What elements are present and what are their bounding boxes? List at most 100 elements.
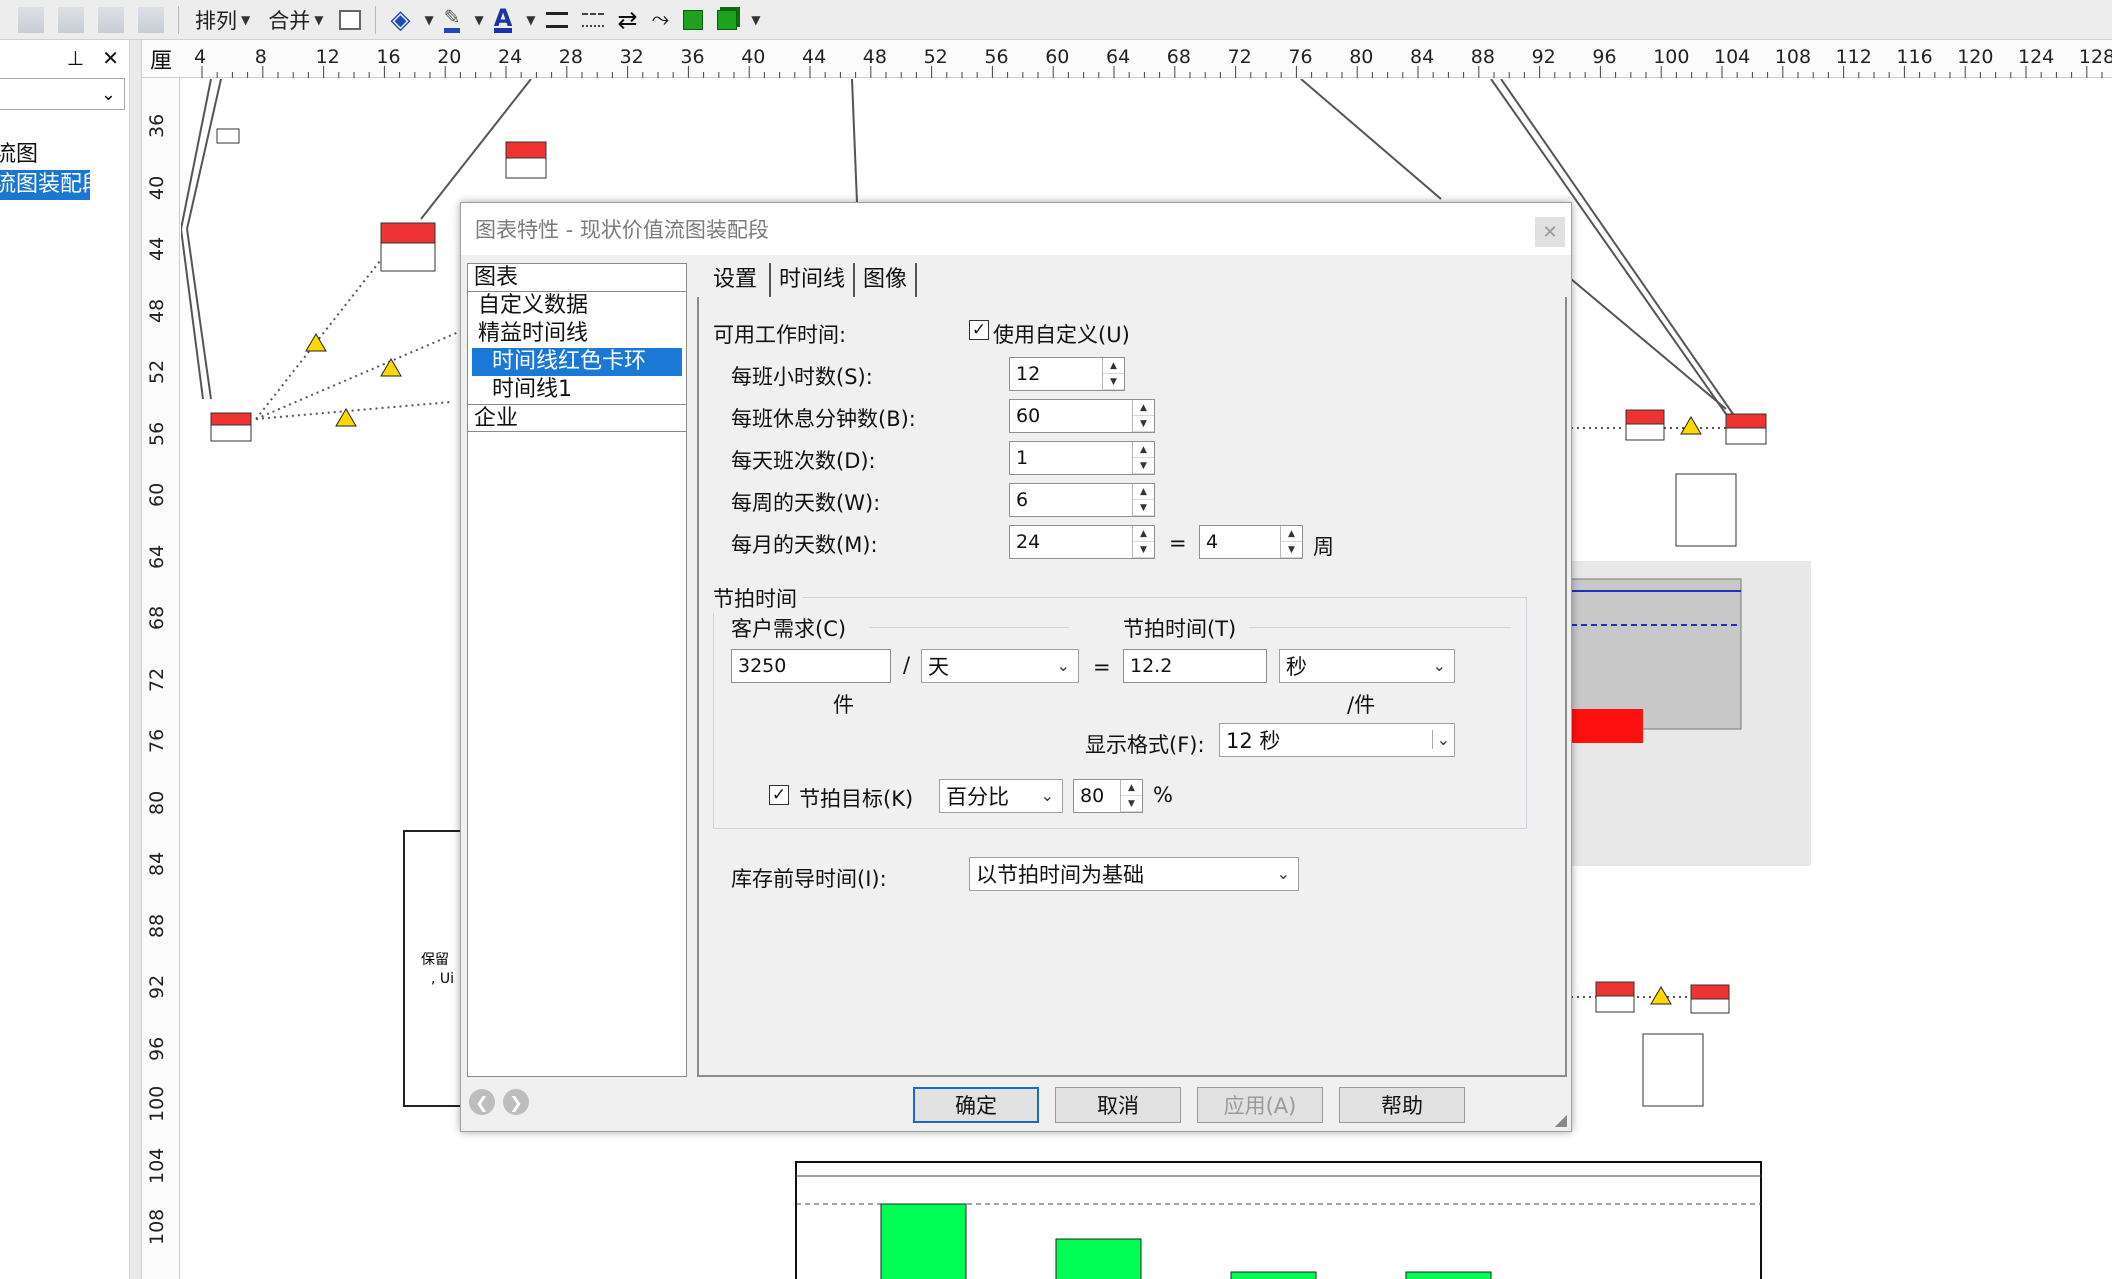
ruler-tick-label: 36 xyxy=(146,113,168,138)
fill-color-icon[interactable]: ◈ xyxy=(390,7,410,33)
shapes-panel: ⊥ ✕ ⌄ 流图 流图装配段 xyxy=(0,40,130,1279)
takt-time-input[interactable]: 12.2 xyxy=(1123,649,1267,683)
demand-unit-select[interactable]: 天 ⌄ xyxy=(921,649,1079,683)
page-tree: 流图 流图装配段 xyxy=(0,140,129,200)
page-tree-item-selected[interactable]: 流图装配段 xyxy=(0,170,90,200)
resize-grip-icon[interactable]: ◢ xyxy=(1555,1110,1567,1129)
canvas-box-text: 保留 xyxy=(421,952,449,968)
percent-sign: % xyxy=(1153,783,1173,807)
takt-target-type-select[interactable]: 百分比 ⌄ xyxy=(939,779,1063,813)
arrange-menu-button[interactable]: 排列 ▼ xyxy=(189,4,256,36)
spinner-arrows[interactable]: ▲ ▼ xyxy=(1280,526,1302,558)
hours-per-shift-label: 每班小时数(S): xyxy=(731,365,873,389)
tree-item-custom-data[interactable]: 自定义数据 xyxy=(468,292,686,320)
tree-item-timeline1[interactable]: 时间线1 xyxy=(468,376,686,404)
cancel-button[interactable]: 取消 xyxy=(1055,1087,1181,1123)
ruler-tick-label: 100 xyxy=(146,1085,168,1122)
shifts-per-day-spinner[interactable]: 1 ▲ ▼ xyxy=(1009,441,1155,475)
spinner-arrows[interactable]: ▲ ▼ xyxy=(1120,780,1142,812)
group-divider xyxy=(869,627,1069,628)
toolbar-separator xyxy=(375,5,377,34)
chevron-down-icon: ⌄ xyxy=(1056,656,1070,675)
vertical-ruler: 36 40 44 48 52 56 60 64 68 72 76 80 84 88 92 96 100 104 10… xyxy=(142,78,180,1279)
back-icon[interactable]: ❮ xyxy=(469,1089,495,1115)
spinner-arrows[interactable]: ▲ ▼ xyxy=(1132,442,1154,474)
spinner-arrows[interactable]: ▲ ▼ xyxy=(1132,400,1154,432)
line-ends-icon[interactable]: ⇄ xyxy=(618,7,638,33)
ruler-tick-label: 92 xyxy=(146,974,168,999)
spinner-arrows[interactable]: ▲ ▼ xyxy=(1102,358,1124,390)
days-per-month-spinner[interactable]: 24 ▲ ▼ xyxy=(1009,525,1155,559)
forward-icon[interactable]: ❯ xyxy=(503,1089,529,1115)
ruler-tick-label: 68 xyxy=(146,605,168,630)
apply-button[interactable]: 应用(A) xyxy=(1197,1087,1323,1123)
use-custom-label: 使用自定义(U) xyxy=(993,323,1130,347)
inventory-lead-label: 库存前导时间(I): xyxy=(731,867,887,891)
days-per-week-label: 每周的天数(W): xyxy=(731,491,881,515)
pin-icon[interactable]: ⊥ xyxy=(67,46,84,70)
chevron-down-icon[interactable]: ▼ xyxy=(474,13,483,27)
ok-button[interactable]: 确定 xyxy=(913,1087,1039,1123)
inventory-lead-select[interactable]: 以节拍时间为基础 ⌄ xyxy=(969,857,1299,891)
panel-dropdown[interactable]: ⌄ xyxy=(0,78,125,110)
settings-tabs: 设置 时间线 图像 xyxy=(697,263,918,299)
line-weight-icon[interactable] xyxy=(545,11,568,28)
takt-group-label: 节拍时间 xyxy=(713,583,803,613)
align-center-icon[interactable] xyxy=(58,6,84,33)
page-tree-item[interactable]: 流图 xyxy=(0,140,129,170)
ruler-tick-label: 48 xyxy=(146,298,168,323)
ruler-tick-label: 84 xyxy=(146,851,168,876)
takt-target-spinner[interactable]: 80 ▲ ▼ xyxy=(1073,779,1143,813)
tree-item-timeline-red[interactable]: 时间线红色卡环 xyxy=(472,348,682,376)
arrow-left-icon[interactable] xyxy=(138,6,164,33)
customer-demand-input[interactable]: 3250 xyxy=(731,649,891,683)
tree-item-lean-timeline[interactable]: 精益时间线 xyxy=(468,320,686,348)
layers-icon[interactable] xyxy=(339,9,362,30)
use-custom-checkbox[interactable]: ✓ xyxy=(969,320,989,340)
display-format-select[interactable]: 12 秒 ⌄ xyxy=(1219,723,1455,757)
takt-time-label: 节拍时间(T) xyxy=(1123,617,1237,641)
font-color-icon[interactable]: A xyxy=(493,6,513,33)
merge-menu-button[interactable]: 合并 ▼ xyxy=(262,4,329,36)
tab-timeline[interactable]: 时间线 xyxy=(771,263,856,299)
demand-unit-caption: 件 xyxy=(833,693,854,717)
tree-category-enterprise[interactable]: 企业 xyxy=(468,404,686,432)
shadow-icon[interactable] xyxy=(683,9,704,30)
takt-target-checkbox[interactable]: ✓ xyxy=(769,785,789,805)
align-right-icon[interactable] xyxy=(98,6,124,33)
close-icon[interactable]: ✕ xyxy=(102,46,119,70)
customer-demand-value: 3250 xyxy=(738,655,787,677)
tab-settings[interactable]: 设置 xyxy=(697,263,772,299)
chevron-down-icon[interactable]: ▼ xyxy=(526,13,535,27)
close-icon[interactable]: ✕ xyxy=(1535,217,1565,247)
spinner-arrows[interactable]: ▲ ▼ xyxy=(1132,526,1154,558)
horizontal-ruler: 厘 4 8 12 16 20 24 28 32 36 40 44 48 52 56 60 64 68 72 76 80… xyxy=(142,40,2112,78)
ruler-tick-label: 72 xyxy=(146,667,168,692)
splitter[interactable] xyxy=(130,40,142,1279)
3d-shape-icon[interactable] xyxy=(717,9,738,30)
days-per-week-spinner[interactable]: 6 ▲ ▼ xyxy=(1009,483,1155,517)
line-pattern-icon[interactable] xyxy=(581,12,604,27)
chevron-down-icon: ⌄ xyxy=(1276,864,1290,883)
takt-unit-select[interactable]: 秒 ⌄ xyxy=(1279,649,1455,683)
break-minutes-spinner[interactable]: 60 ▲ ▼ xyxy=(1009,399,1155,433)
hours-per-shift-spinner[interactable]: 12 ▲ ▼ xyxy=(1009,357,1125,391)
weeks-spinner[interactable]: 4 ▲ ▼ xyxy=(1199,525,1303,559)
chevron-down-icon: ⌄ xyxy=(1431,730,1450,749)
ruler-tick-label: 96 xyxy=(146,1036,168,1061)
align-left-icon[interactable] xyxy=(18,6,44,33)
help-button[interactable]: 帮助 xyxy=(1339,1087,1465,1123)
chevron-down-icon[interactable]: ▼ xyxy=(424,13,433,27)
panel-header: ⊥ ✕ xyxy=(0,40,129,76)
weeks-value: 4 xyxy=(1206,531,1219,553)
line-color-icon[interactable]: ✎ xyxy=(443,7,461,33)
spinner-arrows[interactable]: ▲ ▼ xyxy=(1132,484,1154,516)
connector-icon[interactable]: ⤳ xyxy=(652,7,670,33)
dialog-title: 图表特性 - 现状价值流图装配段 xyxy=(461,203,1571,255)
tab-image[interactable]: 图像 xyxy=(855,263,918,299)
shifts-per-day-label: 每天班次数(D): xyxy=(731,449,876,473)
chevron-down-icon[interactable]: ▼ xyxy=(751,13,760,27)
takt-target-label: 节拍目标(K) xyxy=(799,787,914,811)
tree-category-chart[interactable]: 图表 xyxy=(468,264,686,292)
hours-per-shift-value: 12 xyxy=(1016,363,1041,385)
